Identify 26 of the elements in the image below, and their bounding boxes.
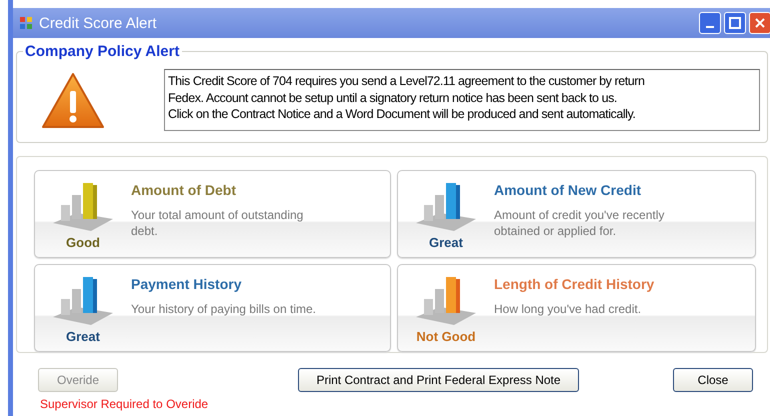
factor-title: Amount of New Credit xyxy=(494,182,642,198)
rating-label: Great xyxy=(429,235,463,250)
factor-description: Your total amount of outstanding debt. xyxy=(131,207,304,239)
rating-label: Great xyxy=(66,329,100,344)
factor-description: Amount of credit you've recently obtained or applied for. xyxy=(494,207,666,239)
factor-description: Your history of paying bills on time. xyxy=(131,301,317,317)
warning-icon xyxy=(40,71,106,131)
app-icon xyxy=(19,16,33,30)
rating-label: Good xyxy=(66,235,100,250)
window-title: Credit Score Alert xyxy=(39,14,157,32)
close-button[interactable]: Close xyxy=(673,368,753,392)
factor-title: Amount of Debt xyxy=(131,182,237,198)
factor-title: Length of Credit History xyxy=(494,276,656,292)
factor-description: How long you've had credit. xyxy=(494,301,642,317)
factor-title: Payment History xyxy=(131,276,242,292)
rating-label: Not Good xyxy=(416,329,476,344)
close-window-button[interactable] xyxy=(749,12,770,34)
minimize-button[interactable] xyxy=(699,12,721,34)
print-button[interactable]: Print Contract and Print Federal Express Note xyxy=(298,368,579,392)
minimize-icon xyxy=(706,26,714,28)
maximize-button[interactable] xyxy=(724,12,746,34)
policy-message: This Credit Score of 704 requires you send a Level72.11 agreement to the customer by return Fedex. Account cannot be setup until a signatory return notice has been sent back to us. Click on the Contract Notice and a Word Document will be produced and sent automatically. xyxy=(164,69,760,131)
supervisor-warning: Supervisor Required to Overide xyxy=(40,397,210,411)
close-icon xyxy=(755,18,765,28)
group-legend: Company Policy Alert xyxy=(23,43,182,60)
maximize-icon xyxy=(729,17,741,29)
